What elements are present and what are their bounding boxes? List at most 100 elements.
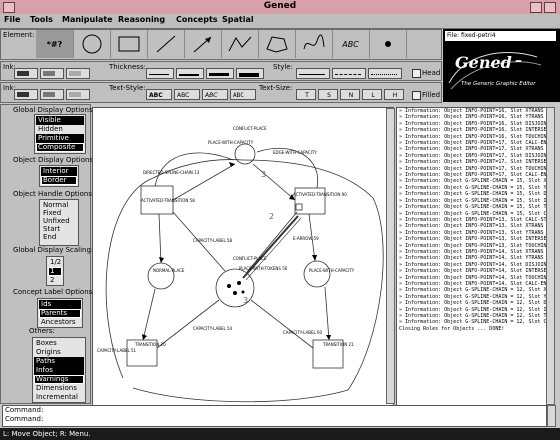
option-paths[interactable]: Paths: [34, 357, 84, 366]
style-dotted[interactable]: [368, 68, 402, 79]
option-origins[interactable]: Origins: [34, 348, 84, 357]
arrow-icon: [193, 36, 211, 53]
info-scrollbar[interactable]: [546, 107, 555, 405]
label-conflict-place: CONFLICT-PLACE: [233, 126, 267, 131]
command-line-2: Command:: [5, 415, 44, 423]
object-handle-title: Object Handle Options:: [13, 190, 95, 198]
outer-spline-bottom: [132, 387, 349, 403]
option-border[interactable]: Border: [41, 176, 77, 185]
element-tool-polygon[interactable]: [258, 30, 296, 58]
option-dimensions[interactable]: Dimensions: [34, 384, 84, 393]
option-end[interactable]: End: [41, 233, 77, 242]
option-parents[interactable]: Parents: [39, 309, 81, 318]
label-conflict-place-mid: CONFLICT-PLACE: [233, 256, 267, 261]
element-tool-circle[interactable]: [73, 30, 111, 58]
arc-3: [158, 213, 162, 264]
place-with-capacity: [303, 260, 331, 288]
textstyle-bold[interactable]: ABC: [146, 89, 172, 100]
menu-manipulate[interactable]: Manipulate: [62, 15, 113, 24]
thickness-medium[interactable]: [176, 68, 204, 79]
maximize-button[interactable]: [544, 2, 556, 13]
arrowhead-1: [229, 162, 235, 167]
option-ancestors[interactable]: Ancestors: [39, 318, 81, 327]
title-bar[interactable]: Gened: [0, 0, 560, 15]
label-place-with-capacity-top: PLACE-WITH-CAPACITY: [208, 140, 254, 145]
element-tool-blank[interactable]: [406, 30, 443, 58]
option-interior[interactable]: Interior: [41, 167, 77, 176]
option-primitive[interactable]: Primitive: [36, 134, 84, 143]
textsize-normal[interactable]: N: [340, 89, 360, 100]
menu-tools[interactable]: Tools: [30, 15, 53, 24]
element-tool-line[interactable]: [147, 30, 185, 58]
scale-two[interactable]: 2: [48, 276, 62, 285]
option-warnings[interactable]: Warnings: [34, 375, 84, 384]
option-ids[interactable]: Ids: [39, 300, 81, 309]
arc-10: [250, 299, 314, 349]
ink-swatch-gray[interactable]: [40, 68, 64, 79]
info-line: » Information: Object INFO-POINT=13, Slo…: [399, 242, 547, 249]
scale-half[interactable]: 1/2: [48, 258, 62, 267]
element-tool-polyline[interactable]: [221, 30, 259, 58]
scale-one[interactable]: 1: [48, 267, 62, 276]
element-tool-text[interactable]: ABC: [332, 30, 370, 58]
token-3: [233, 291, 237, 295]
info-line: » Information: Object G-SPLINE-CHAIN = 1…: [399, 300, 546, 307]
command-scrollbar[interactable]: [547, 405, 556, 427]
textsize-huge[interactable]: H: [384, 89, 404, 100]
option-incremental[interactable]: Incremental: [34, 393, 84, 402]
command-pane[interactable]: Command: Command:: [2, 405, 547, 427]
option-visible[interactable]: Visible: [36, 116, 84, 125]
minimize-button[interactable]: [530, 2, 542, 13]
canvas-scrollbar[interactable]: [386, 108, 395, 404]
fill-swatch-gray[interactable]: [40, 89, 64, 100]
info-line: » Information: Object G-SPLINE-CHAIN = 1…: [399, 204, 546, 211]
textsize-tiny[interactable]: T: [296, 89, 316, 100]
fill-swatch-black[interactable]: [14, 89, 38, 100]
label-num-3a: 3: [261, 170, 267, 179]
element-tool-rectangle[interactable]: [110, 30, 148, 58]
arrowhead-3: [159, 257, 164, 263]
option-hidden[interactable]: Hidden: [36, 125, 84, 134]
info-line: » Information: Object INFO-POINT=17, Slo…: [399, 146, 544, 153]
text-size-label: Text-Size:: [259, 84, 293, 92]
style-label: Style:: [273, 63, 293, 71]
polyline-icon: [228, 36, 251, 52]
arc-7: [142, 288, 156, 341]
menu-concepts[interactable]: Concepts: [176, 15, 218, 24]
filled-checkbox[interactable]: [412, 91, 421, 100]
filled-label: Filled: [422, 91, 441, 99]
thickness-thick[interactable]: [206, 68, 234, 79]
option-boxes[interactable]: Boxes: [34, 339, 84, 348]
menu-reasoning[interactable]: Reasoning: [118, 15, 165, 24]
element-tool-spline[interactable]: [295, 30, 333, 58]
label-transition-20: TRANSITION 20: [135, 342, 166, 347]
textsize-small[interactable]: S: [318, 89, 338, 100]
element-tool-point[interactable]: [369, 30, 407, 58]
style-solid[interactable]: [296, 68, 330, 79]
fill-swatch-light[interactable]: [66, 89, 90, 100]
label-place-with-capacity: PLACE-WITH-CAPACITY: [309, 268, 355, 273]
info-line: » Information: Object INFO-POINT=17, Slo…: [399, 159, 547, 166]
drawing-canvas[interactable]: CONFLICT-PLACE PLACE-WITH-CAPACITY EDGE-…: [92, 107, 394, 407]
textstyle-fixed[interactable]: ABC: [230, 89, 256, 100]
textstyle-italic[interactable]: ABC: [202, 89, 228, 100]
element-tool-arrow[interactable]: [184, 30, 222, 58]
element-tool-composite[interactable]: *#?: [36, 30, 74, 58]
gened-logo: Gened – The Generic Graphic Editor: [448, 45, 542, 95]
textsize-large[interactable]: L: [362, 89, 382, 100]
thickness-thin[interactable]: [146, 68, 174, 79]
label-edge-with-capacity-top: EDGE-WITH-CAPACITY: [273, 150, 317, 155]
menu-file[interactable]: File: [4, 15, 20, 24]
head-checkbox[interactable]: [412, 69, 421, 78]
arc-6: [246, 211, 298, 273]
style-dashed[interactable]: [332, 68, 366, 79]
ink-swatch-black[interactable]: [14, 68, 38, 79]
thickness-heavy[interactable]: [236, 68, 264, 79]
option-infos[interactable]: Infos: [34, 366, 84, 375]
textstyle-roman[interactable]: ABC: [174, 89, 200, 100]
logo-title: Gened: [455, 53, 512, 72]
menu-spatial[interactable]: Spatial: [222, 15, 254, 24]
ink-swatch-light[interactable]: [66, 68, 90, 79]
arrowhead-6: [326, 335, 331, 340]
option-composite[interactable]: Composite: [36, 143, 84, 152]
